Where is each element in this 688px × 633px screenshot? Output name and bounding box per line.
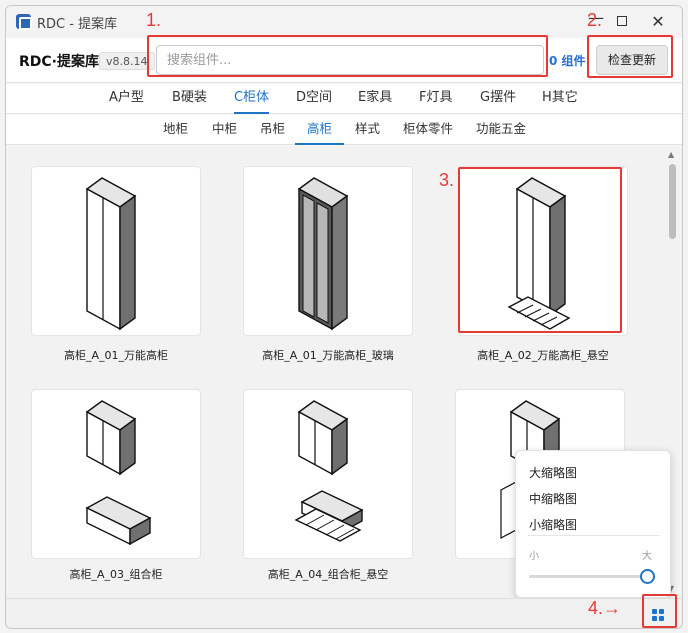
menu-divider <box>528 535 660 536</box>
tab-d-space[interactable]: D空间 <box>296 84 332 114</box>
card-label: 高柜_A_03_组合柜 <box>69 568 163 581</box>
card-label: 高柜_A_01_万能高柜_玻璃 <box>262 349 394 362</box>
menu-item-small-thumbnail[interactable]: 小缩略图 <box>529 516 577 533</box>
tab-f-lighting[interactable]: F灯具 <box>419 84 452 114</box>
suspended-combo-cabinet-icon <box>294 400 364 542</box>
close-button[interactable]: ✕ <box>646 12 670 32</box>
title-bar[interactable]: RDC - 提案库 — ✕ <box>6 6 682 38</box>
subtab-style[interactable]: 样式 <box>355 115 380 145</box>
card-label: 高柜_A_04_组合柜_悬空 <box>267 568 389 581</box>
tab-g-ornament[interactable]: G摆件 <box>480 84 516 114</box>
component-count: 0 组件 <box>549 54 586 68</box>
thumbnail-size-slider[interactable] <box>529 575 647 578</box>
app-logo-icon <box>16 14 32 30</box>
annotation-box-search <box>147 35 548 77</box>
brand-title: RDC·提案库 <box>19 54 99 70</box>
menu-item-medium-thumbnail[interactable]: 中缩略图 <box>529 490 577 507</box>
component-card[interactable] <box>31 389 201 559</box>
annotation-box-view-mode <box>642 594 677 628</box>
size-min-label: 小 <box>529 551 539 562</box>
slider-handle[interactable] <box>640 569 655 584</box>
annotation-number: 1. <box>146 10 162 30</box>
component-card[interactable] <box>243 389 413 559</box>
menu-item-large-thumbnail[interactable]: 大缩略图 <box>529 464 577 481</box>
subcategory-tabs: 地柜 中柜 吊柜 高柜 样式 柜体零件 功能五金 <box>6 115 682 145</box>
tab-a-layout[interactable]: A户型 <box>109 84 144 114</box>
tab-h-other[interactable]: H其它 <box>542 84 578 114</box>
tab-c-cabinet[interactable]: C柜体 <box>234 84 270 114</box>
glass-tall-cabinet-icon <box>297 177 349 331</box>
thumbnail-size-menu: 大缩略图 中缩略图 小缩略图 小 大 <box>515 450 671 598</box>
status-bar <box>6 598 682 628</box>
annotation-number: 2. <box>587 10 603 30</box>
combo-cabinet-icon <box>85 400 152 546</box>
subtab-cabinet-parts[interactable]: 柜体零件 <box>403 115 453 145</box>
scroll-thumb[interactable] <box>669 164 676 239</box>
subtab-base-cabinet[interactable]: 地柜 <box>163 115 188 145</box>
maximize-button[interactable] <box>610 12 634 32</box>
size-max-label: 大 <box>642 551 652 562</box>
subtab-mid-cabinet[interactable]: 中柜 <box>212 115 237 145</box>
annotation-box-update <box>587 35 673 78</box>
subtab-wall-cabinet[interactable]: 吊柜 <box>260 115 285 145</box>
card-label: 高柜_A_02_万能高柜_悬空 <box>477 349 609 362</box>
tab-b-hard-decor[interactable]: B硬装 <box>172 84 207 114</box>
category-tabs: A户型 B硬装 C柜体 D空间 E家具 F灯具 G摆件 H其它 <box>6 84 682 114</box>
window-title: RDC - 提案库 <box>37 17 118 32</box>
subtab-hardware[interactable]: 功能五金 <box>476 115 526 145</box>
annotation-number: 3. <box>439 170 455 190</box>
maximize-icon <box>617 16 627 26</box>
component-card[interactable] <box>31 166 201 336</box>
tab-e-furniture[interactable]: E家具 <box>358 84 392 114</box>
scroll-up-icon[interactable]: ▲ <box>668 150 674 159</box>
component-card[interactable] <box>243 166 413 336</box>
tall-cabinet-icon <box>85 177 137 331</box>
subtab-tall-cabinet[interactable]: 高柜 <box>295 115 344 145</box>
annotation-number: 4.→ <box>588 598 622 618</box>
annotation-box-card <box>458 167 622 333</box>
card-label: 高柜_A_01_万能高柜 <box>63 349 169 362</box>
